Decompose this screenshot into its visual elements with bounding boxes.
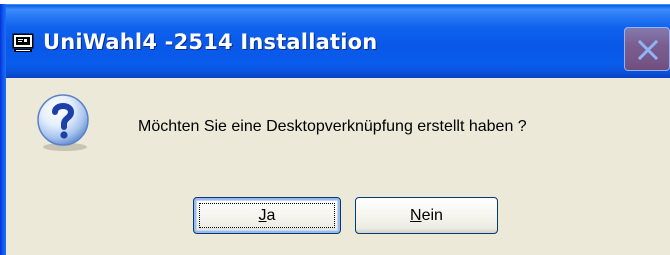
close-button[interactable]: [624, 27, 670, 71]
window-title: UniWahl4 -2514 Installation: [43, 30, 378, 54]
no-button[interactable]: Nein: [355, 197, 498, 234]
dialog-window: UniWahl4 -2514 Installation Möchten Sie …: [0, 4, 670, 255]
yes-button[interactable]: Ja: [193, 197, 341, 234]
window-border-left: [0, 4, 6, 255]
dialog-message: Möchten Sie eine Desktopverknüpfung erst…: [138, 118, 527, 135]
question-icon: [37, 94, 89, 151]
close-icon: [637, 39, 659, 61]
yes-button-label: Ja: [258, 206, 276, 224]
no-button-label: Nein: [410, 206, 443, 224]
title-bar[interactable]: UniWahl4 -2514 Installation: [0, 4, 670, 78]
computer-window-icon: [12, 33, 34, 52]
